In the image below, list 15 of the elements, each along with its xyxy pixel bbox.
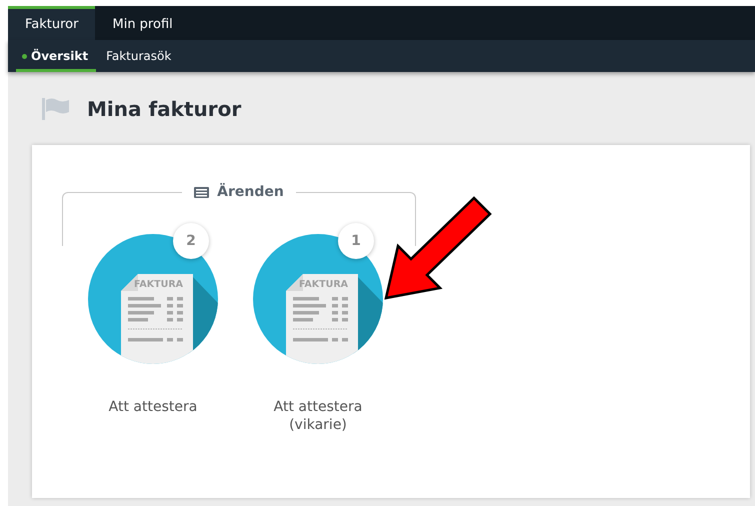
count-badge: 1	[338, 223, 374, 259]
page-title: Mina fakturor	[87, 96, 242, 120]
icon-caption: FAKTURA	[299, 279, 348, 290]
task-tile[interactable]: FAKTURA Att attestera (vikarie) 1	[253, 223, 398, 434]
count-badge: 2	[173, 223, 209, 259]
list-icon	[194, 186, 210, 198]
task-tile[interactable]: FAKTURA Att attestera 2	[88, 223, 233, 434]
icon-caption: FAKTURA	[134, 279, 183, 290]
subnav-tab[interactable]: Fakturasök	[100, 40, 188, 72]
invoice-icon	[88, 234, 218, 364]
nav-tab[interactable]: Fakturor	[8, 6, 96, 40]
nav-tab[interactable]: Min profil	[95, 6, 190, 40]
flag-icon	[42, 98, 70, 120]
subnav-tab[interactable]: Översikt	[16, 40, 96, 72]
group-title: Ärenden	[217, 184, 284, 200]
